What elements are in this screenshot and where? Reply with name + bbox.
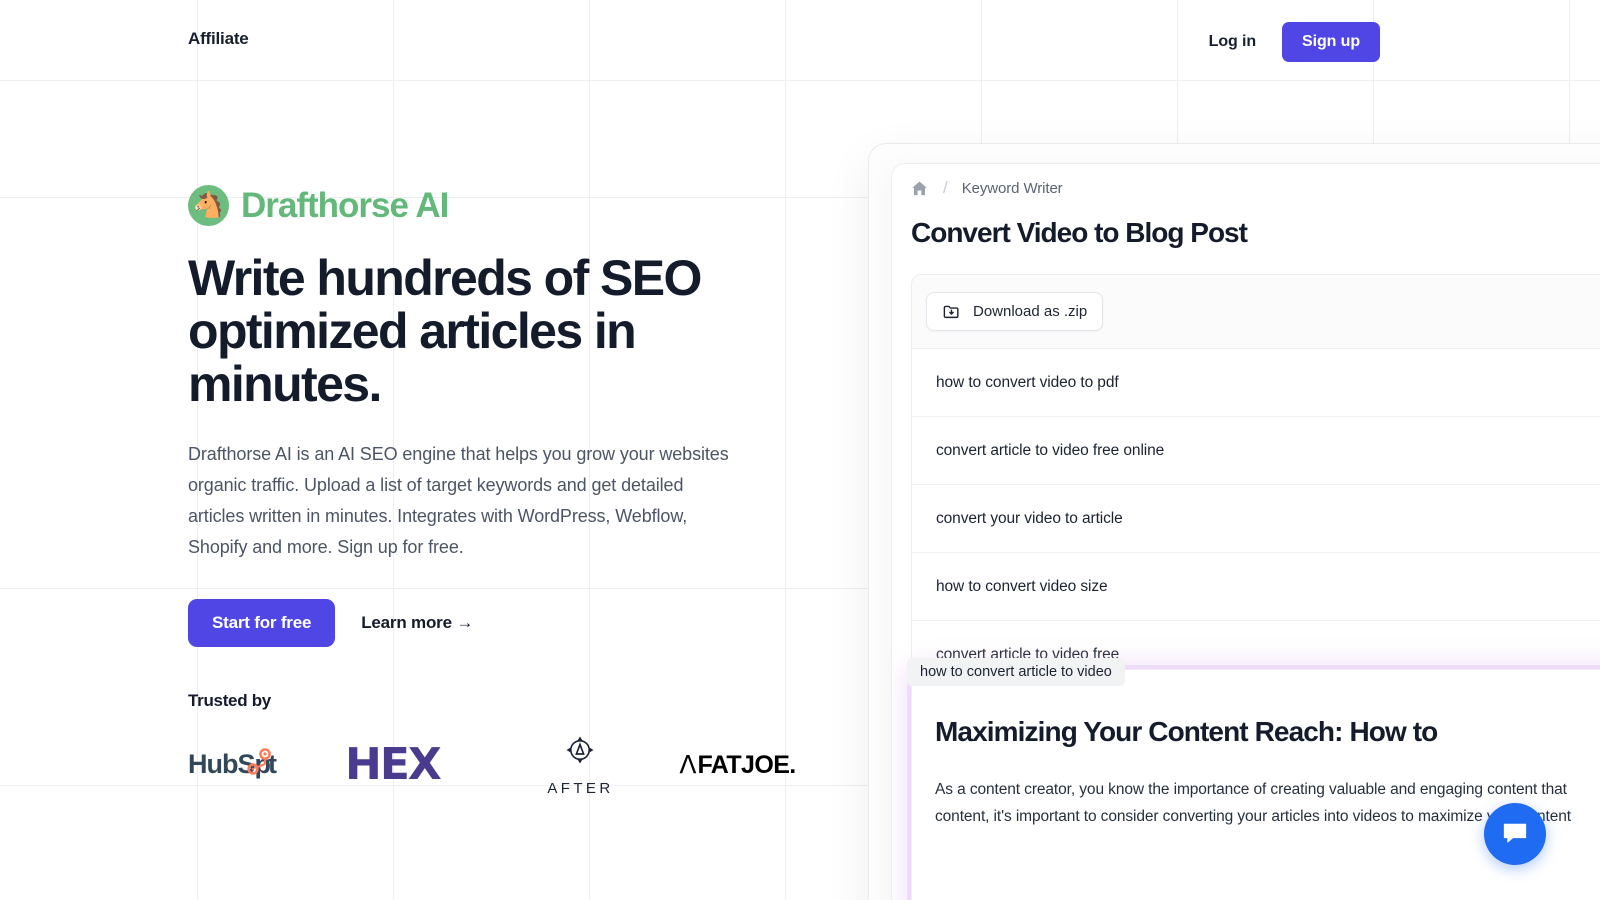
site-header: Affiliate Log in Sign up	[0, 0, 1600, 82]
home-icon[interactable]	[910, 179, 929, 198]
hero-section: 🐴 Drafthorse AI Write hundreds of SEO op…	[188, 185, 848, 797]
trusted-by-label: Trusted by	[188, 690, 271, 710]
keyword-row[interactable]: convert your video to article	[912, 484, 1600, 552]
horse-head-icon: 🐴	[188, 185, 229, 226]
breadcrumb-separator: /	[943, 178, 948, 197]
logo-hex: HEX	[345, 737, 502, 793]
download-zip-label: Download as .zip	[973, 303, 1088, 320]
download-zip-button[interactable]: Download as .zip	[926, 292, 1104, 331]
start-for-free-button[interactable]: Start for free	[188, 598, 336, 647]
hex-wordmark: HEX	[345, 738, 442, 790]
logo-hubspot: HubSp t	[188, 737, 345, 793]
product-name: Drafthorse AI	[241, 185, 449, 225]
keyword-list-card: Download as .zip how to convert video to…	[911, 274, 1600, 689]
header-actions: Log in Sign up	[1209, 22, 1380, 62]
keyword-row[interactable]: convert article to video free online	[912, 416, 1600, 484]
article-title: Maximizing Your Content Reach: How to	[935, 716, 1438, 747]
hero-cta-row: Start for free Learn more →	[188, 598, 848, 647]
hero-headline: Write hundreds of SEO optimized articles…	[188, 250, 702, 412]
article-keyword-chip: how to convert article to video	[907, 658, 1125, 686]
fatjoe-lambda-icon: Λ	[679, 749, 697, 779]
keyword-row[interactable]: how to convert video to pdf	[912, 348, 1600, 416]
signup-button[interactable]: Sign up	[1282, 22, 1380, 62]
app-window: / Keyword Writer Convert Video to Blog P…	[891, 163, 1600, 900]
site-brand: Affiliate	[188, 29, 249, 48]
download-bar: Download as .zip	[912, 275, 1600, 348]
fatjoe-wordmark: FATJOE.	[697, 750, 796, 779]
product-logo: 🐴 Drafthorse AI	[188, 185, 848, 226]
after-wordmark: AFTER	[547, 780, 614, 798]
chat-bubble-button[interactable]	[1484, 803, 1546, 865]
learn-more-link[interactable]: Learn more →	[361, 613, 473, 633]
login-link[interactable]: Log in	[1209, 33, 1256, 51]
article-body-line: As a content creator, you know the impor…	[935, 781, 1567, 798]
logo-after: AFTER	[502, 736, 659, 797]
app-page-title: Convert Video to Blog Post	[911, 217, 1248, 248]
article-preview-card[interactable]: how to convert article to video Maximizi…	[907, 658, 1600, 900]
keyword-row[interactable]: how to convert video size	[912, 552, 1600, 620]
page-root: Affiliate Log in Sign up 🐴 Drafthorse AI…	[0, 0, 1600, 900]
trusted-logos: HubSp t HEX AFTER Λ FATJOE.	[188, 736, 848, 797]
hero-subtext: Drafthorse AI is an AI SEO engine that h…	[188, 444, 729, 557]
breadcrumb-item-keyword-writer[interactable]: Keyword Writer	[962, 180, 1063, 197]
folder-download-icon	[942, 302, 961, 321]
logo-fatjoe: Λ FATJOE.	[659, 737, 816, 793]
chat-bubble-icon	[1500, 819, 1530, 849]
after-compass-icon	[562, 732, 598, 773]
breadcrumb: / Keyword Writer	[910, 178, 1063, 198]
